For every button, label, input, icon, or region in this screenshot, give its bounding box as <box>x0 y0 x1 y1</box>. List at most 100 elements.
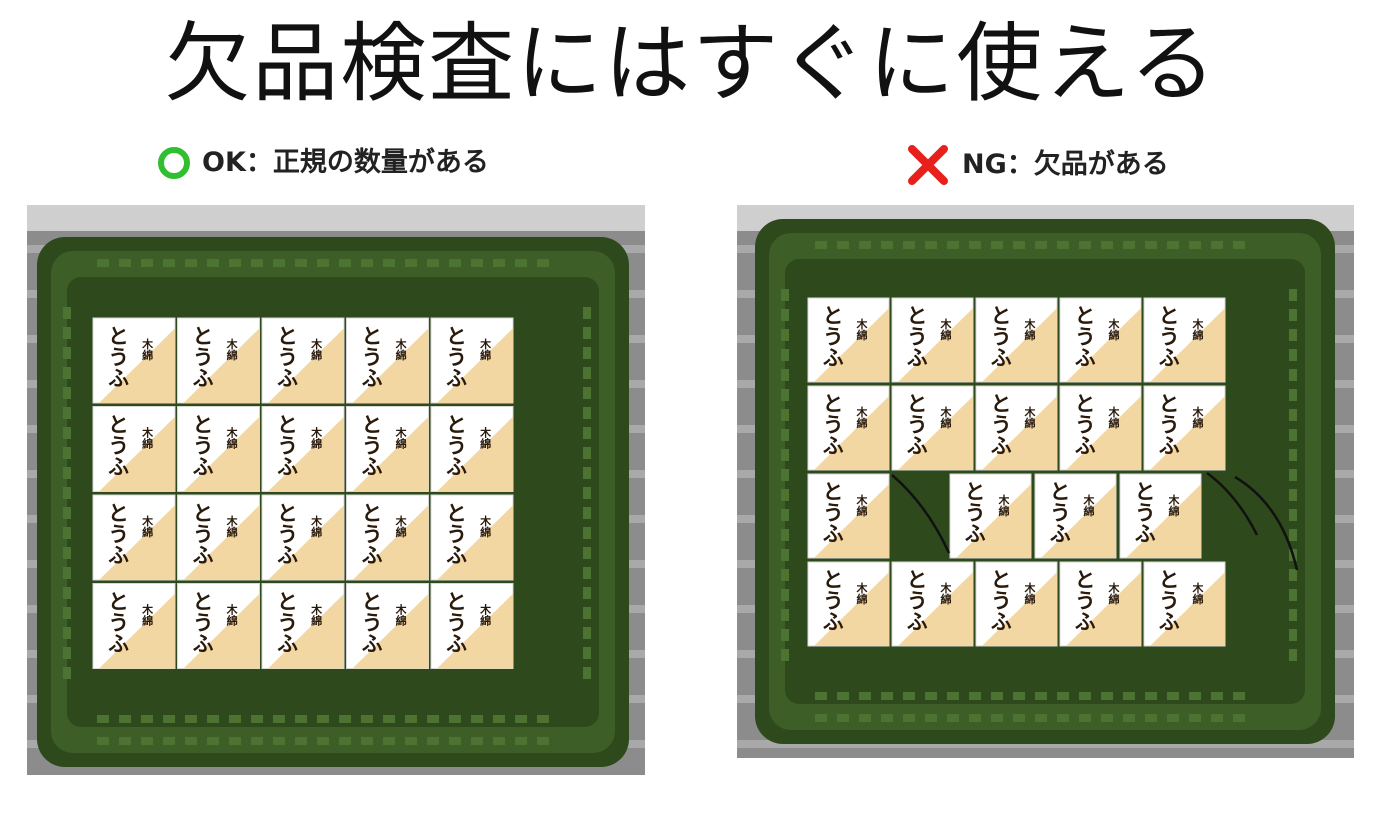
tray-slot <box>119 259 131 267</box>
tray-slot <box>1123 692 1135 700</box>
tray-slot <box>229 737 241 745</box>
tray-slot <box>251 715 263 723</box>
tofu-label-main: とうふ <box>904 305 928 368</box>
tray-slot <box>63 607 71 619</box>
tray-slot <box>537 259 549 267</box>
tofu-label-top: 木綿 <box>225 514 239 538</box>
tray-slot <box>815 692 827 700</box>
tray-slot <box>63 567 71 579</box>
tray-slot <box>969 241 981 249</box>
tray-slot <box>583 667 591 679</box>
tray-slot <box>1289 529 1297 541</box>
tray-slot <box>1233 714 1245 722</box>
tray-slot <box>1289 569 1297 581</box>
ng-caption: NG：欠品がある <box>906 143 1169 187</box>
tray-slot <box>427 737 439 745</box>
tofu-label-main: とうふ <box>359 413 383 476</box>
tofu-label-main: とうふ <box>359 502 383 565</box>
tofu-label-main: とうふ <box>1132 481 1156 544</box>
tray-slot <box>1079 714 1091 722</box>
tray-slot <box>583 407 591 419</box>
tray-slot <box>781 309 789 321</box>
tray-slot <box>405 259 417 267</box>
tofu-label-main: とうふ <box>988 393 1012 456</box>
tray-slot <box>207 259 219 267</box>
tofu-label-main: とうふ <box>106 413 130 476</box>
tray-slot <box>1289 469 1297 481</box>
tofu-package: 木綿とうふ <box>975 385 1058 471</box>
red-cross-icon <box>908 145 948 185</box>
tofu-label-top: 木綿 <box>394 337 408 361</box>
tray-slot <box>781 549 789 561</box>
tofu-package: 木綿とうふ <box>891 561 974 647</box>
tray-slot <box>1079 241 1091 249</box>
tray-slot <box>163 737 175 745</box>
tray-slot <box>781 389 789 401</box>
tray-slot <box>1211 692 1223 700</box>
tray-slot <box>471 259 483 267</box>
tofu-label-top: 木綿 <box>939 581 953 605</box>
tofu-label-top: 木綿 <box>394 603 408 627</box>
tray-slot <box>1233 241 1245 249</box>
tray-slot <box>1123 241 1135 249</box>
tofu-label-main: とうふ <box>820 305 844 368</box>
tofu-package: 木綿とうふ <box>1059 297 1142 383</box>
tray-slot <box>1289 609 1297 621</box>
ok-caption: OK：正規の数量がある <box>158 143 489 183</box>
tray-slot <box>583 607 591 619</box>
tray-slot <box>583 367 591 379</box>
tray-slot <box>63 347 71 359</box>
tray-slot <box>991 241 1003 249</box>
tofu-package: 木綿とうふ <box>177 494 260 581</box>
tray-slot <box>925 241 937 249</box>
tray-slot <box>781 569 789 581</box>
tray-slot <box>1289 629 1297 641</box>
tray-slot <box>63 587 71 599</box>
tray-slot <box>925 692 937 700</box>
tofu-label-main: とうふ <box>359 325 383 388</box>
tofu-label-top: 木綿 <box>855 493 868 517</box>
tray-slot <box>1289 489 1297 501</box>
tofu-package: 木綿とうふ <box>891 297 974 383</box>
tray-slot <box>1211 241 1223 249</box>
tray-slot <box>781 509 789 521</box>
tofu-label-main: とうふ <box>275 325 299 388</box>
tofu-label-main: とうふ <box>444 325 468 388</box>
tray-slot <box>317 737 329 745</box>
tray-slot <box>781 449 789 461</box>
tray-slot <box>229 259 241 267</box>
tofu-package: 木綿とうふ <box>92 406 176 492</box>
tofu-label-top: 木綿 <box>310 514 324 538</box>
tray-slot <box>295 737 307 745</box>
ng-caption-label: NG：欠品がある <box>962 149 1169 180</box>
tofu-label-top: 木綿 <box>1107 405 1121 429</box>
tofu-package: 木綿とうふ <box>346 406 429 492</box>
tray-slot <box>471 715 483 723</box>
tray-slot <box>1289 409 1297 421</box>
tray-slot <box>1035 714 1047 722</box>
tray-slot <box>991 692 1003 700</box>
tray-slot <box>903 714 915 722</box>
green-circle-icon <box>158 147 190 179</box>
tray-slot <box>1013 241 1025 249</box>
tray-slot <box>1289 289 1297 301</box>
tray-slot <box>859 241 871 249</box>
tray-slot <box>1101 241 1113 249</box>
tofu-label-top: 木綿 <box>1023 317 1037 341</box>
tray-slot <box>1167 714 1179 722</box>
tray-slot <box>903 241 915 249</box>
tray-slot <box>1013 692 1025 700</box>
ng-tray-photo: 木綿 とうふ 木綿 とうふ 木綿 とうふ 木綿 とうふ 木綿 とうふ 木綿 とうふ 木綿 とうふ 木綿 とうふ… <box>737 205 1354 758</box>
tofu-label-main: とうふ <box>904 393 928 456</box>
tray-slot <box>1289 389 1297 401</box>
tofu-label-top: 木綿 <box>225 337 239 361</box>
tray-slot <box>1289 449 1297 461</box>
tray-slot <box>515 737 527 745</box>
tofu-package: 木綿とうふ <box>1034 473 1117 559</box>
tofu-label-main: とうふ <box>988 305 1012 368</box>
tray-slot <box>63 547 71 559</box>
tofu-package: 木綿とうふ <box>1119 473 1202 559</box>
tofu-package: 木綿とうふ <box>346 583 429 669</box>
tofu-label-top: 木綿 <box>394 514 408 538</box>
tray-slot <box>837 714 849 722</box>
